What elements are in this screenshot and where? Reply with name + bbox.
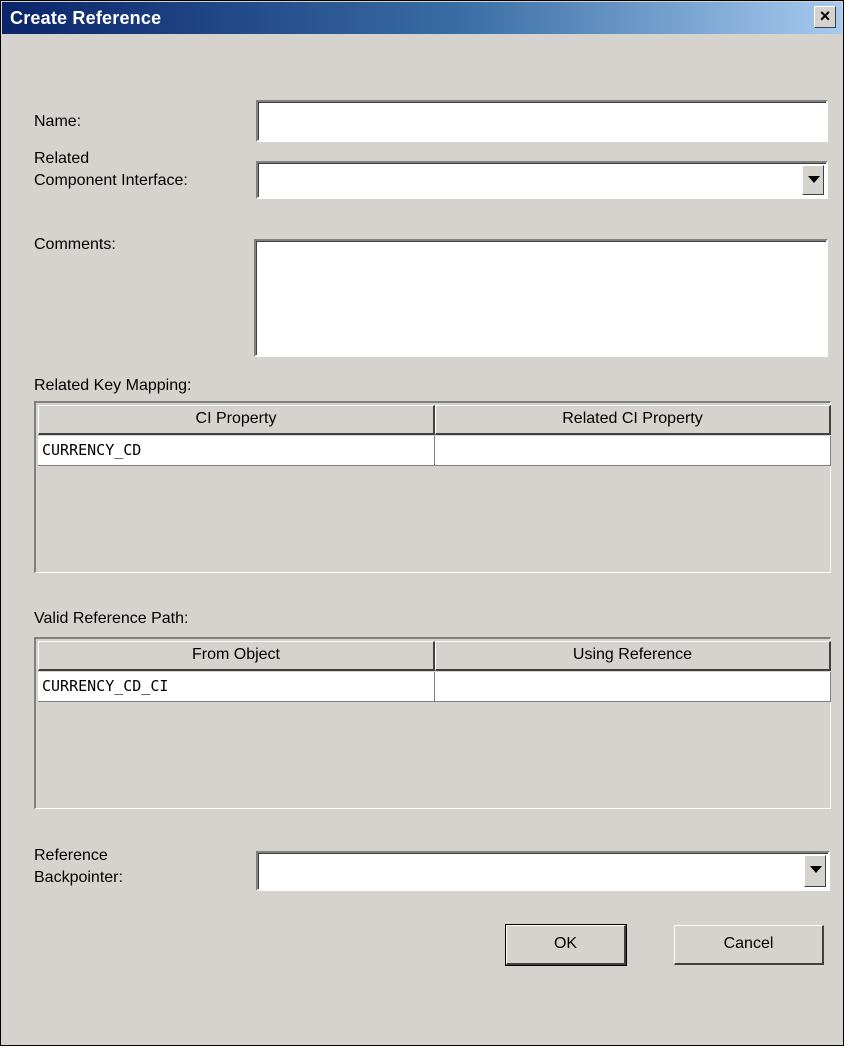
backpointer-select[interactable] — [256, 851, 830, 891]
table-cell[interactable] — [435, 436, 831, 466]
create-reference-dialog: Create Reference × Name: Related Compone… — [0, 0, 844, 1046]
related-ci-select[interactable] — [256, 161, 828, 199]
backpointer-label-line1: Reference — [34, 847, 108, 864]
close-icon[interactable]: × — [814, 6, 836, 28]
related-ci-label-line2: Component Interface: — [34, 172, 188, 189]
key-mapping-grid[interactable]: CI Property Related CI Property CURRENCY… — [34, 401, 831, 573]
chevron-down-icon[interactable] — [802, 165, 824, 195]
ok-button[interactable]: OK — [505, 924, 627, 966]
chevron-down-icon[interactable] — [804, 855, 826, 887]
table-row[interactable]: CURRENCY_CD_CI — [38, 672, 831, 702]
key-mapping-header: CI Property Related CI Property — [38, 405, 831, 435]
column-header-from-object[interactable]: From Object — [38, 641, 435, 671]
backpointer-label-line2: Backpointer: — [34, 869, 123, 886]
table-cell[interactable]: CURRENCY_CD_CI — [38, 672, 435, 702]
title-bar[interactable]: Create Reference × — [2, 2, 842, 34]
column-header-related-ci-property[interactable]: Related CI Property — [435, 405, 831, 435]
comments-textarea[interactable] — [254, 239, 828, 357]
table-cell[interactable] — [435, 672, 831, 702]
ref-path-label: Valid Reference Path: — [34, 610, 189, 627]
column-header-using-reference[interactable]: Using Reference — [435, 641, 831, 671]
ref-path-grid[interactable]: From Object Using Reference CURRENCY_CD_… — [34, 637, 831, 809]
column-header-ci-property[interactable]: CI Property — [38, 405, 435, 435]
cancel-button[interactable]: Cancel — [674, 925, 824, 965]
name-label: Name: — [34, 113, 82, 130]
dialog-title: Create Reference — [10, 8, 162, 28]
key-mapping-label: Related Key Mapping: — [34, 377, 192, 394]
table-row[interactable]: CURRENCY_CD — [38, 436, 831, 466]
comments-label: Comments: — [34, 236, 116, 253]
name-input[interactable] — [256, 100, 828, 142]
related-ci-label-line1: Related — [34, 150, 90, 167]
table-cell[interactable]: CURRENCY_CD — [38, 436, 435, 466]
ref-path-header: From Object Using Reference — [38, 641, 831, 671]
